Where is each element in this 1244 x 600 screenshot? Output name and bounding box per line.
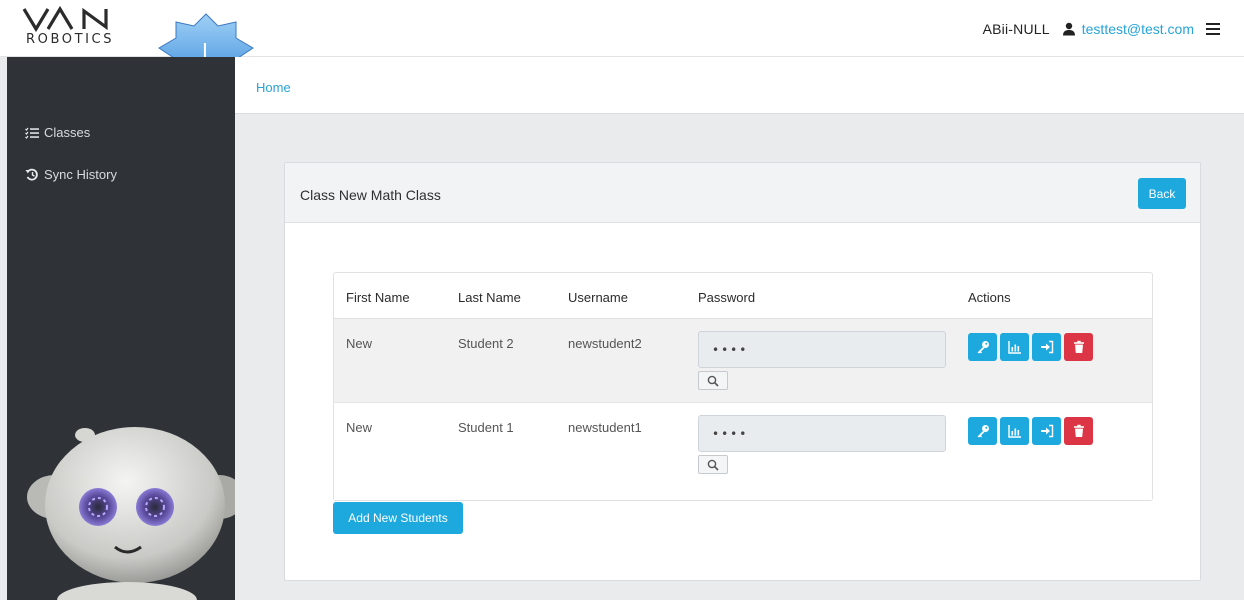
- delete-student-button[interactable]: [1064, 417, 1093, 445]
- row-actions: [968, 417, 1096, 445]
- history-icon: [25, 168, 38, 181]
- trash-icon: [1073, 340, 1084, 353]
- view-report-button[interactable]: [1000, 417, 1029, 445]
- first-name-cell: New: [346, 336, 373, 351]
- column-header-actions: Actions: [968, 290, 1011, 305]
- show-password-button[interactable]: [698, 455, 728, 474]
- view-report-button[interactable]: [1000, 333, 1029, 361]
- sidebar-item-label: Classes: [44, 125, 91, 140]
- card-header: Class New Math Class Back: [285, 163, 1200, 223]
- reset-password-button[interactable]: [968, 333, 997, 361]
- trash-icon: [1073, 424, 1084, 437]
- add-new-students-button[interactable]: Add New Students: [333, 502, 463, 534]
- logo-text: ROBOTICS: [26, 32, 115, 47]
- page-title: Class New Math Class: [300, 187, 441, 203]
- last-name-cell: Student 2: [458, 336, 514, 351]
- chart-icon: [1007, 341, 1021, 354]
- username-cell: newstudent1: [568, 420, 642, 435]
- password-field[interactable]: [698, 415, 946, 452]
- password-field[interactable]: [698, 331, 946, 368]
- sidebar: Classes Sync History: [7, 57, 235, 600]
- back-button[interactable]: Back: [1138, 178, 1186, 209]
- reset-password-button[interactable]: [968, 417, 997, 445]
- show-password-button[interactable]: [698, 371, 728, 390]
- column-header-first-name: First Name: [346, 290, 410, 305]
- students-table: First Name Last Name Username Password A…: [333, 272, 1153, 501]
- sign-in-icon: [1040, 424, 1053, 438]
- sidebar-item-classes[interactable]: Classes: [25, 125, 90, 140]
- delete-student-button[interactable]: [1064, 333, 1093, 361]
- key-icon: [977, 341, 989, 354]
- last-name-cell: Student 1: [458, 420, 514, 435]
- class-card: Class New Math Class Back First Name Las…: [284, 162, 1201, 581]
- sidebar-item-sync-history[interactable]: Sync History: [25, 167, 117, 182]
- table-row: New Student 1 newstudent1: [334, 403, 1152, 500]
- table-header-row: First Name Last Name Username Password A…: [334, 273, 1152, 319]
- column-header-last-name: Last Name: [458, 290, 521, 305]
- first-name-cell: New: [346, 420, 373, 435]
- user-menu: ABii-NULL testtest@test.com: [983, 18, 1220, 40]
- sidebar-item-label: Sync History: [44, 167, 117, 182]
- hamburger-menu-icon[interactable]: [1206, 23, 1220, 35]
- username-cell: newstudent2: [568, 336, 642, 351]
- search-icon: [707, 375, 719, 387]
- key-icon: [977, 425, 989, 438]
- breadcrumb: Home: [235, 57, 1244, 114]
- chart-icon: [1007, 425, 1021, 438]
- table-row: New Student 2 newstudent2: [334, 319, 1152, 403]
- van-robotics-logo[interactable]: ROBOTICS: [22, 6, 132, 50]
- column-header-username: Username: [568, 290, 628, 305]
- login-as-student-button[interactable]: [1032, 417, 1061, 445]
- org-name: ABii-NULL: [982, 21, 1050, 37]
- user-icon: [1062, 22, 1075, 36]
- user-email-link[interactable]: testtest@test.com: [1082, 21, 1194, 37]
- row-actions: [968, 333, 1096, 361]
- sign-in-icon: [1040, 340, 1053, 354]
- breadcrumb-home-link[interactable]: Home: [256, 80, 291, 95]
- login-as-student-button[interactable]: [1032, 333, 1061, 361]
- robot-mascot-image: [27, 427, 235, 600]
- column-header-password: Password: [698, 290, 756, 305]
- logo-mark-icon: [22, 6, 108, 32]
- search-icon: [707, 459, 719, 471]
- list-icon: [25, 127, 39, 139]
